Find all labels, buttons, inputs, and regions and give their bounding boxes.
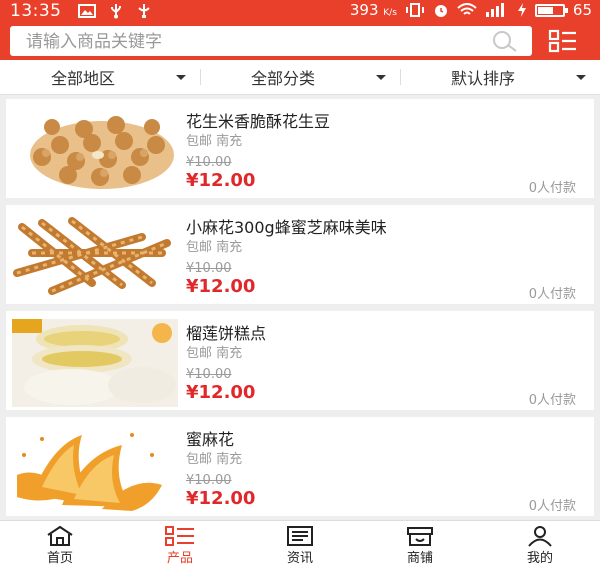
battery-percent: 65: [572, 1, 592, 19]
product-image-durian-cake[interactable]: [12, 319, 178, 407]
battery-icon: [534, 3, 568, 17]
sales-count: 0人付款: [528, 287, 576, 302]
product-card[interactable]: 花生米香脆酥花生豆 包邮 南充 ¥10.00 ¥12.00 0人付款: [6, 99, 594, 198]
bottom-tab-bar: 首页 产品 资讯 商铺 我的: [0, 520, 600, 567]
tab-label: 我的: [526, 551, 553, 566]
status-bar: 13:35 393 K/s 65: [0, 0, 600, 24]
product-title[interactable]: 榴莲饼糕点: [186, 320, 266, 344]
product-card[interactable]: 榴莲饼糕点 包邮 南充 ¥10.00 ¥12.00 0人付款: [6, 311, 594, 410]
product-title[interactable]: 花生米香脆酥花生豆: [186, 108, 330, 132]
product-title[interactable]: 小麻花300g蜂蜜芝麻味美味: [186, 214, 387, 238]
vibrate-icon: [405, 3, 424, 17]
search-icon[interactable]: [490, 30, 518, 52]
sales-count: 0人付款: [528, 181, 576, 196]
category-menu-icon[interactable]: [548, 29, 578, 53]
product-tags: 包邮 南充: [186, 240, 243, 255]
tab-shop[interactable]: 商铺: [360, 521, 480, 567]
network-speed: 393 K/s: [349, 1, 397, 19]
caret-down-icon: [376, 75, 386, 80]
notification-icons: [78, 3, 152, 19]
caret-down-icon: [576, 75, 586, 80]
product-price: ¥12.00: [186, 170, 256, 191]
usb-icon: [111, 4, 121, 19]
filter-sort[interactable]: 默认排序: [400, 60, 600, 94]
filter-category[interactable]: 全部分类: [200, 60, 400, 94]
product-card[interactable]: 蜜麻花 包邮 南充 ¥10.00 ¥12.00 0人付款: [6, 417, 594, 516]
list-icon: [165, 526, 194, 546]
wifi-icon: [457, 3, 477, 15]
tab-news[interactable]: 资讯: [240, 521, 360, 567]
product-image-mahua[interactable]: [12, 213, 178, 301]
product-image-honey-mahua[interactable]: [12, 425, 178, 513]
charging-icon: [517, 3, 526, 17]
search-box[interactable]: [10, 26, 532, 58]
filter-label: 全部分类: [250, 69, 315, 88]
tab-products[interactable]: 产品: [120, 521, 240, 567]
sales-count: 0人付款: [528, 499, 576, 514]
product-title[interactable]: 蜜麻花: [186, 426, 234, 450]
filter-label: 全部地区: [50, 69, 115, 88]
original-price: ¥10.00: [186, 155, 232, 170]
product-tags: 包邮 南充: [186, 346, 243, 361]
product-price: ¥12.00: [186, 276, 256, 297]
image-icon: [78, 4, 96, 18]
tab-mine[interactable]: 我的: [480, 521, 600, 567]
signal-icon: [485, 3, 504, 17]
news-icon: [287, 526, 313, 546]
shop-icon: [407, 527, 433, 546]
usb-debug-icon: [138, 4, 150, 18]
product-price: ¥12.00: [186, 488, 256, 509]
home-icon: [47, 525, 73, 546]
tab-label: 产品: [166, 551, 193, 566]
tab-label: 首页: [46, 551, 73, 566]
sales-count: 0人付款: [528, 393, 576, 408]
search-input[interactable]: [24, 26, 488, 58]
original-price: ¥10.00: [186, 473, 232, 488]
filter-label: 默认排序: [450, 69, 515, 88]
caret-down-icon: [176, 75, 186, 80]
filter-bar: 全部地区 全部分类 默认排序: [0, 60, 600, 95]
status-right: 393 K/s 65: [350, 1, 592, 19]
filter-region[interactable]: 全部地区: [0, 60, 200, 94]
search-header: [0, 24, 600, 60]
tab-home[interactable]: 首页: [0, 521, 120, 567]
product-card[interactable]: 小麻花300g蜂蜜芝麻味美味 包邮 南充 ¥10.00 ¥12.00 0人付款: [6, 205, 594, 304]
tab-label: 资讯: [286, 551, 313, 566]
tab-label: 商铺: [406, 551, 433, 566]
product-price: ¥12.00: [186, 382, 256, 403]
original-price: ¥10.00: [186, 261, 232, 276]
product-image-peanuts[interactable]: [12, 107, 178, 195]
product-tags: 包邮 南充: [186, 452, 243, 467]
alarm-icon: [434, 5, 447, 17]
user-icon: [528, 526, 552, 547]
status-time: 13:35: [10, 1, 62, 21]
product-tags: 包邮 南充: [186, 134, 243, 149]
original-price: ¥10.00: [186, 367, 232, 382]
product-list[interactable]: 花生米香脆酥花生豆 包邮 南充 ¥10.00 ¥12.00 0人付款 小麻花30…: [0, 95, 600, 520]
